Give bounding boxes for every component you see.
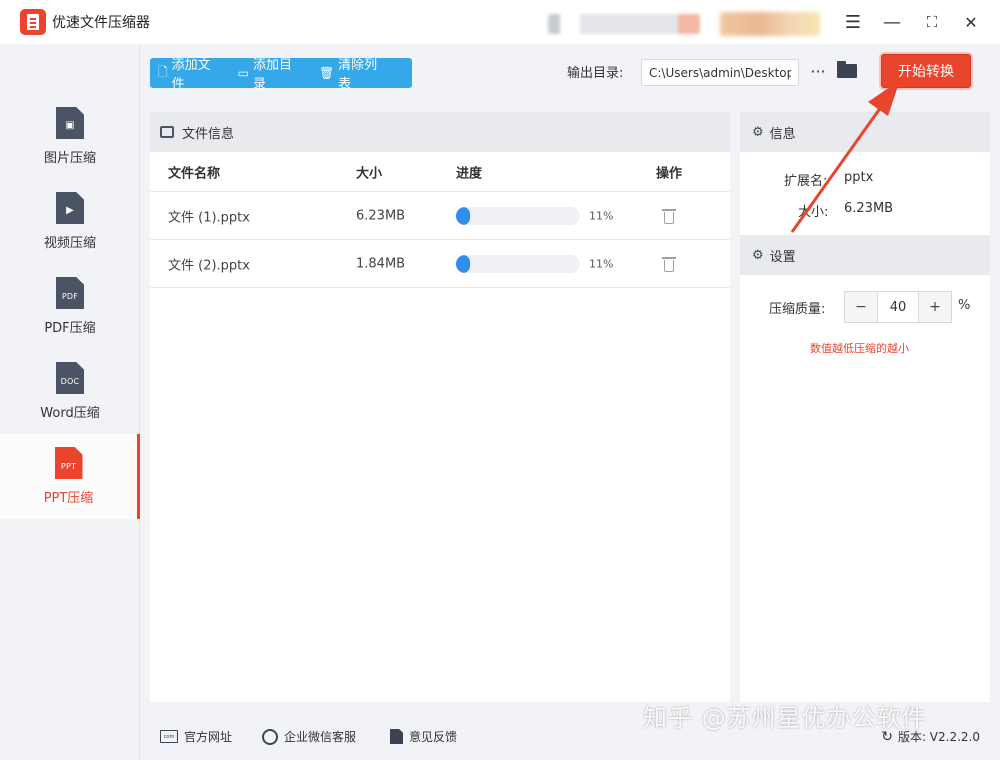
info-section-header: ⚙ 信息 [740, 112, 990, 152]
add-file-label: 添加文件 [171, 58, 211, 92]
website-icon: com [160, 730, 178, 743]
output-dir-label: 输出目录: [567, 66, 624, 81]
toolbar: 🗋 添加文件 ▭ 添加目录 🗑 清除列表 输出目录: ··· 开始转换 [140, 44, 1000, 102]
sidebar-item-label: Word压缩 [40, 406, 100, 421]
trash-icon: 🗑 [318, 66, 335, 80]
col-action: 操作 [656, 166, 683, 181]
blurred-account-area [548, 14, 700, 34]
folder-icon: ▭ [237, 66, 249, 80]
sidebar-item-label: 图片压缩 [43, 151, 96, 166]
size-label: 大小: [798, 205, 829, 220]
image-file-icon: ▣ [56, 107, 84, 139]
add-folder-button[interactable]: ▭ 添加目录 [238, 54, 303, 92]
table-row[interactable]: 文件 (1).pptx 6.23MB 11% [150, 192, 730, 240]
app-title: 优速文件压缩器 [52, 15, 150, 31]
open-folder-icon[interactable] [837, 61, 859, 81]
image-icon [160, 126, 174, 138]
feedback-icon [390, 729, 403, 744]
maximize-icon[interactable]: ⛶ [920, 10, 944, 34]
feedback-label: 意见反馈 [409, 730, 458, 744]
sidebar-item-ppt[interactable]: PPT PPT压缩 [0, 434, 140, 519]
add-file-button[interactable]: 🗋 添加文件 [158, 54, 222, 92]
quality-hint: 数值越低压缩的越小 [810, 342, 909, 355]
wechat-service-link[interactable]: 企业微信客服 [262, 728, 356, 745]
table-header: 文件名称 大小 进度 操作 [150, 152, 730, 192]
file-icon: 🗋 [158, 64, 168, 79]
file-action-group: 🗋 添加文件 ▭ 添加目录 🗑 清除列表 [150, 58, 412, 92]
properties-panel: ⚙ 信息 扩展名: pptx 大小: 6.23MB ⚙ 设置 压缩质量: − 4… [740, 112, 990, 702]
progress-bar [456, 254, 580, 273]
sidebar-item-video[interactable]: ▶ 视频压缩 [0, 179, 140, 264]
file-panel-header: 文件信息 [150, 112, 730, 152]
video-file-icon: ▶ [56, 192, 84, 224]
official-website-link[interactable]: com 官方网址 [160, 728, 232, 745]
ppt-file-icon: PPT [54, 447, 83, 479]
col-name: 文件名称 [168, 166, 221, 181]
start-convert-button[interactable]: 开始转换 [881, 54, 971, 88]
more-options-icon[interactable]: ··· [808, 59, 828, 83]
sidebar-item-label: 视频压缩 [43, 236, 96, 251]
settings-section-title: 设置 [769, 249, 796, 265]
feedback-link[interactable]: 意见反馈 [390, 728, 457, 745]
decrease-button[interactable]: − [845, 292, 877, 322]
progress-bar [456, 206, 580, 225]
quality-label: 压缩质量: [769, 302, 826, 317]
official-website-label: 官方网址 [184, 730, 233, 744]
quality-value[interactable]: 40 [877, 292, 919, 322]
progress-text: 11% [589, 257, 614, 270]
sidebar-item-word[interactable]: DOC Word压缩 [0, 349, 140, 434]
file-name: 文件 (1).pptx [168, 210, 250, 225]
gear-icon: ⚙ [752, 247, 764, 263]
file-list-panel: 文件信息 文件名称 大小 进度 操作 文件 (1).pptx 6.23MB 11… [150, 112, 730, 702]
file-size: 6.23MB [356, 208, 406, 223]
percent-unit: % [958, 298, 971, 313]
ext-value: pptx [844, 170, 874, 185]
clear-list-button[interactable]: 🗑 清除列表 [319, 54, 388, 92]
increase-button[interactable]: + [919, 292, 951, 322]
sidebar-item-label: PDF压缩 [44, 321, 96, 336]
pdf-file-icon: PDF [56, 277, 84, 309]
file-size: 1.84MB [356, 256, 406, 271]
output-dir-input[interactable] [641, 59, 799, 86]
col-size: 大小 [356, 166, 383, 181]
blurred-user-avatar[interactable] [720, 12, 820, 36]
quality-stepper[interactable]: − 40 + [844, 291, 952, 323]
gear-icon: ⚙ [752, 124, 764, 140]
table-row[interactable]: 文件 (2).pptx 1.84MB 11% [150, 240, 730, 288]
sidebar-item-label: PPT压缩 [43, 491, 94, 506]
progress-text: 11% [589, 209, 614, 222]
sidebar-item-pdf[interactable]: PDF PDF压缩 [0, 264, 140, 349]
ext-label: 扩展名: [784, 174, 828, 189]
clear-list-label: 清除列表 [338, 58, 378, 92]
title-bar: 优速文件压缩器 ☰ — ⛶ ✕ [0, 0, 1000, 44]
size-value: 6.23MB [844, 201, 894, 216]
sidebar-item-image[interactable]: ▣ 图片压缩 [0, 94, 140, 179]
word-file-icon: DOC [56, 362, 84, 394]
file-name: 文件 (2).pptx [168, 258, 250, 273]
col-progress: 进度 [456, 166, 483, 181]
file-panel-title: 文件信息 [182, 126, 235, 142]
settings-section-header: ⚙ 设置 [740, 235, 990, 275]
watermark: 知乎 @苏州星优办公软件 [643, 704, 927, 732]
minimize-icon[interactable]: — [880, 10, 904, 34]
delete-icon[interactable] [662, 256, 676, 272]
sidebar: ▣ 图片压缩 ▶ 视频压缩 PDF PDF压缩 DOC Word压缩 PPT P… [0, 44, 140, 760]
close-icon[interactable]: ✕ [959, 10, 983, 34]
wechat-service-label: 企业微信客服 [284, 730, 357, 744]
wechat-icon [262, 728, 278, 745]
menu-icon[interactable]: ☰ [841, 10, 865, 34]
delete-icon[interactable] [662, 208, 676, 224]
add-folder-label: 添加目录 [253, 58, 293, 92]
info-section-title: 信息 [769, 126, 796, 142]
app-logo-icon [20, 9, 46, 35]
